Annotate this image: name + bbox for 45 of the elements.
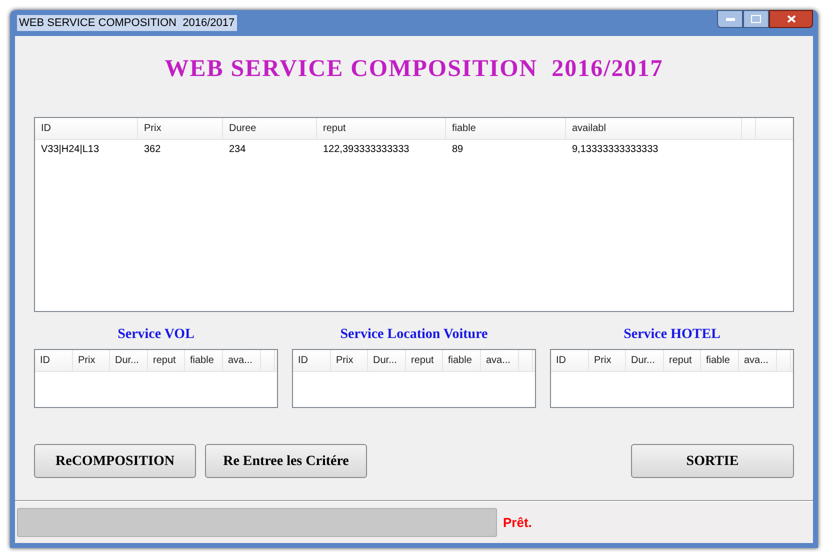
column-header[interactable]: reput (317, 118, 446, 139)
status-text: Prêt. (503, 514, 532, 532)
column-header[interactable]: ID (293, 350, 331, 371)
column-header[interactable]: availabl (566, 118, 742, 139)
close-icon (786, 15, 796, 23)
column-header[interactable]: Duree (223, 118, 317, 139)
action-button[interactable]: Re Entree les Critére (205, 444, 367, 478)
column-header[interactable]: fiable (701, 350, 739, 371)
maximize-icon (751, 15, 761, 23)
table-title: Service VOL (118, 326, 194, 344)
column-header[interactable]: ava... (481, 350, 519, 371)
column-header[interactable]: ID (35, 118, 138, 139)
maximize-button[interactable] (743, 10, 769, 28)
minimize-icon (726, 18, 734, 20)
table-cell-text: 89 (451, 142, 464, 156)
table-cell-text: 9,13333333333333 (571, 142, 660, 156)
column-header[interactable]: Dur... (626, 350, 664, 371)
column-header[interactable]: Dur... (368, 350, 406, 371)
column-header[interactable]: fiable (443, 350, 481, 371)
minimize-button[interactable] (717, 10, 743, 28)
column-header[interactable]: fiable (446, 118, 566, 139)
table-title: Service HOTEL (624, 326, 720, 344)
column-header[interactable]: ID (551, 350, 589, 371)
column-header[interactable]: Prix (589, 350, 626, 371)
table-cell-text: V33|H24|L13 (40, 142, 100, 156)
table-cell-text: 122,393333333333 (322, 142, 410, 156)
action-button[interactable]: SORTIE (631, 444, 794, 478)
column-header[interactable]: reput (148, 350, 185, 371)
column-header[interactable]: ID (35, 350, 73, 371)
column-header[interactable]: reput (406, 350, 443, 371)
column-header[interactable]: fiable (185, 350, 223, 371)
column-header[interactable]: Prix (331, 350, 368, 371)
column-header[interactable]: Prix (73, 350, 110, 371)
table-title: Service Location Voiture (340, 326, 488, 344)
table-cell-text: 362 (143, 142, 162, 156)
column-header[interactable]: Prix (138, 118, 223, 139)
close-button[interactable] (769, 10, 813, 28)
app-heading: WEB SERVICE COMPOSITION 2016/2017 (164, 55, 664, 84)
action-button[interactable]: ReCOMPOSITION (34, 444, 196, 478)
column-header[interactable]: ava... (739, 350, 777, 371)
column-header[interactable]: reput (664, 350, 701, 371)
column-header[interactable]: Dur... (110, 350, 148, 371)
table-cell-text: 234 (228, 142, 247, 156)
window-title: WEB SERVICE COMPOSITION 2016/2017 (17, 14, 237, 32)
column-header[interactable]: ava... (223, 350, 261, 371)
